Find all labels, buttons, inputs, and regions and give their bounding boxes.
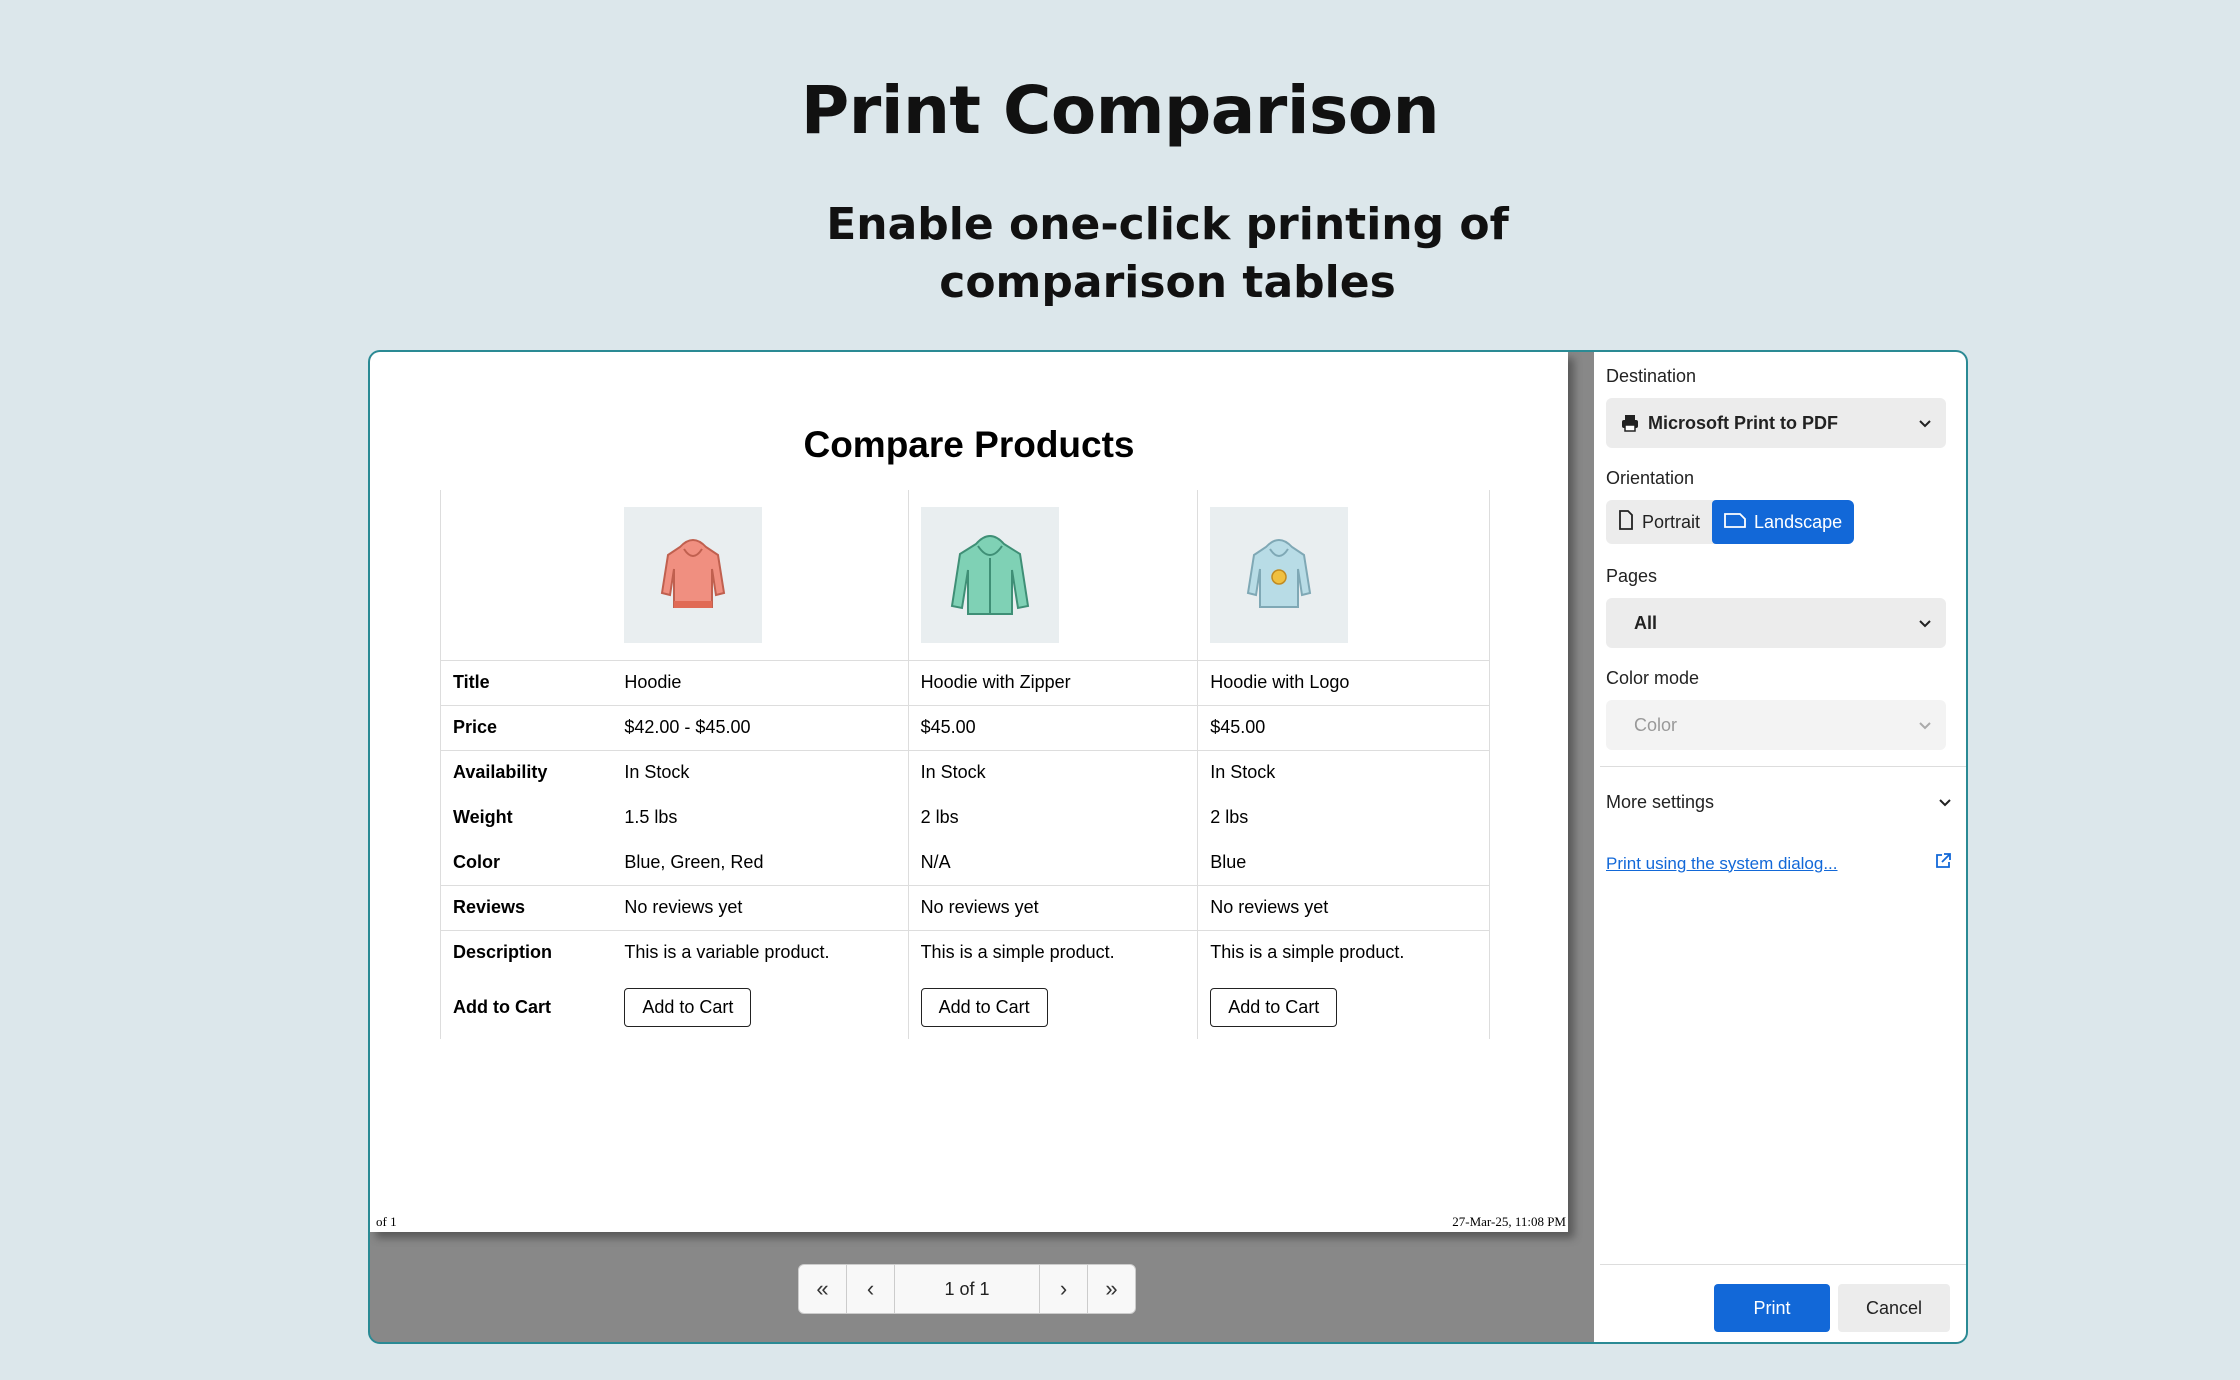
page-footer-count: of 1 <box>376 1214 397 1229</box>
landscape-option[interactable]: Landscape <box>1712 500 1855 544</box>
chevron-down-icon <box>1918 613 1932 634</box>
chevron-left-icon: ‹ <box>866 1276 875 1301</box>
system-dialog-link[interactable]: Print using the system dialog... <box>1606 854 1838 874</box>
page-indicator: 1 of 1 <box>944 1278 990 1299</box>
print-button[interactable]: Print <box>1714 1284 1830 1332</box>
add-to-cart-button[interactable]: Add to Cart <box>920 987 1048 1027</box>
table-row: Availability In Stock In Stock In Stock <box>440 749 1490 795</box>
double-chevron-left-icon: « <box>816 1276 829 1301</box>
orientation-toggle: Portrait Landscape <box>1606 500 1855 544</box>
page-footer-timestamp: 27-Mar-25, 11:08 PM <box>1452 1214 1566 1229</box>
product-image <box>624 506 763 643</box>
hero-subtitle: Enable one-click printing of comparison … <box>826 199 1509 308</box>
previous-page-button[interactable]: ‹ <box>847 1265 895 1313</box>
double-chevron-right-icon: » <box>1105 1276 1118 1301</box>
table-row: Weight 1.5 lbs 2 lbs 2 lbs <box>440 795 1490 840</box>
destination-select[interactable]: Microsoft Print to PDF <box>1606 398 1946 448</box>
external-link-icon[interactable] <box>1934 852 1952 875</box>
pages-label: Pages <box>1606 566 1658 586</box>
table-row: Title Hoodie Hoodie with Zipper Hoodie w… <box>440 659 1490 705</box>
more-settings-toggle[interactable]: More settings <box>1606 792 1952 813</box>
hero-title: Print Comparison <box>800 72 1440 149</box>
pages-select[interactable]: All <box>1606 598 1946 648</box>
product-image <box>1210 506 1349 643</box>
chevron-down-icon <box>1918 413 1932 434</box>
last-page-button[interactable]: » <box>1087 1265 1135 1313</box>
portrait-page-icon <box>1618 509 1634 535</box>
color-mode-label: Color mode <box>1606 668 1700 688</box>
table-row: Color Blue, Green, Red N/A Blue <box>440 840 1490 885</box>
table-row: Add to Cart Add to Cart Add to Cart Add … <box>440 975 1490 1039</box>
blue-logo-hoodie-icon <box>1247 538 1312 608</box>
next-page-button[interactable]: › <box>1039 1265 1087 1313</box>
portrait-option[interactable]: Portrait <box>1606 500 1712 544</box>
page-navigator: « ‹ 1 of 1 › » <box>798 1264 1136 1314</box>
destination-label: Destination <box>1606 366 1697 386</box>
divider <box>1600 766 1966 767</box>
comparison-table: Title Hoodie Hoodie with Zipper Hoodie w… <box>440 490 1490 1039</box>
table-row <box>440 490 1490 660</box>
chevron-down-icon <box>1918 715 1932 736</box>
first-page-button[interactable]: « <box>799 1265 847 1313</box>
orientation-label: Orientation <box>1606 468 1695 488</box>
print-settings-panel: Destination Microsoft Print to PDF Orien… <box>1594 352 1966 1342</box>
print-dialog: Compare Products Title Hoodie Hoodie wit… <box>368 350 1968 1344</box>
product-image <box>920 506 1059 643</box>
landscape-page-icon <box>1724 512 1746 533</box>
print-preview-area: Compare Products Title Hoodie Hoodie wit… <box>370 352 1594 1342</box>
chevron-down-icon <box>1938 792 1952 813</box>
add-to-cart-button[interactable]: Add to Cart <box>624 987 752 1027</box>
add-to-cart-button[interactable]: Add to Cart <box>1210 987 1338 1027</box>
printer-icon <box>1620 413 1640 433</box>
table-row: Description This is a variable product. … <box>440 929 1490 975</box>
system-dialog-row: Print using the system dialog... <box>1606 852 1952 875</box>
green-zip-hoodie-icon <box>950 534 1029 615</box>
table-row: Price $42.00 - $45.00 $45.00 $45.00 <box>440 704 1490 750</box>
preview-page: Compare Products Title Hoodie Hoodie wit… <box>370 352 1568 1232</box>
destination-value: Microsoft Print to PDF <box>1648 412 1838 433</box>
pink-hoodie-icon <box>661 538 726 608</box>
chevron-right-icon: › <box>1059 1276 1068 1301</box>
cancel-button[interactable]: Cancel <box>1838 1284 1950 1332</box>
color-mode-select[interactable]: Color <box>1606 700 1946 750</box>
divider <box>1600 1264 1966 1265</box>
page-title: Compare Products <box>803 424 1135 465</box>
table-row: Reviews No reviews yet No reviews yet No… <box>440 884 1490 930</box>
